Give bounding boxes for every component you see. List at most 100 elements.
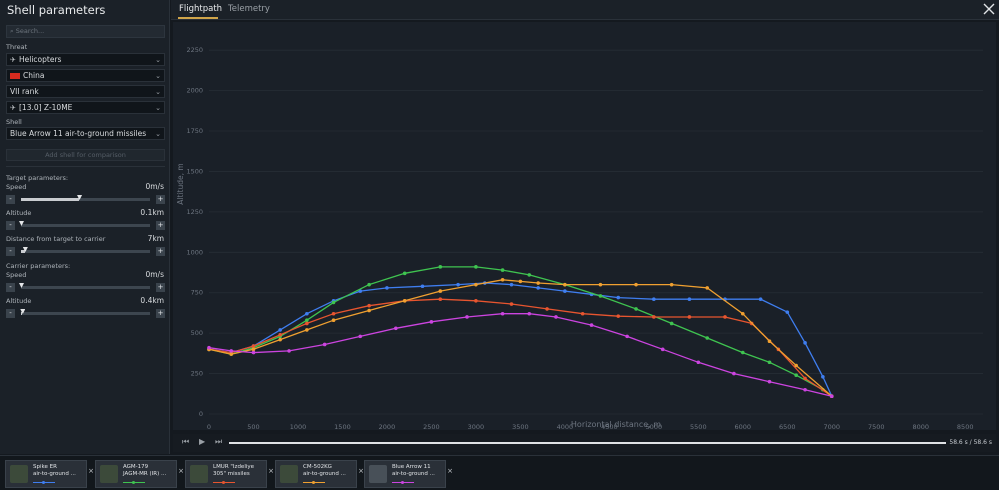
remove-card-icon[interactable]: × bbox=[446, 467, 454, 477]
series-color-swatch bbox=[33, 481, 55, 484]
data-point bbox=[429, 320, 434, 324]
rank-value: VII rank bbox=[10, 87, 39, 96]
remove-card-icon[interactable]: × bbox=[177, 467, 185, 477]
increase-button[interactable]: + bbox=[156, 247, 165, 256]
playback-time: 58.6 s / 58.6 s bbox=[949, 439, 992, 446]
data-point bbox=[652, 297, 656, 301]
decrease-button[interactable]: - bbox=[6, 283, 15, 292]
data-point bbox=[331, 318, 336, 323]
data-point bbox=[229, 349, 234, 353]
slider-track[interactable] bbox=[21, 247, 150, 253]
shell-card[interactable]: Blue Arrow 11 air-to-ground ... bbox=[364, 460, 446, 488]
x-axis-label: Horizontal distance, m bbox=[571, 420, 661, 429]
shell-card[interactable]: Spike ER air-to-ground ... bbox=[5, 460, 87, 488]
carrier-altitude-slider[interactable]: - + bbox=[6, 309, 165, 318]
timeline-scrubber[interactable] bbox=[229, 442, 946, 444]
search-icon: ⌕ bbox=[10, 27, 14, 35]
decrease-button[interactable]: - bbox=[6, 309, 15, 318]
data-point bbox=[251, 347, 256, 352]
data-point bbox=[616, 314, 621, 318]
decrease-button[interactable]: - bbox=[6, 221, 15, 230]
data-point bbox=[331, 300, 336, 305]
skip-forward-icon[interactable]: ⏭ bbox=[215, 437, 222, 447]
tank-icon bbox=[190, 465, 208, 483]
data-point bbox=[732, 371, 736, 376]
data-point bbox=[518, 279, 523, 284]
slider-thumb[interactable] bbox=[19, 221, 24, 226]
play-icon[interactable]: ▶ bbox=[199, 437, 205, 446]
rank-select[interactable]: VII rank ⌄ bbox=[6, 85, 165, 98]
increase-button[interactable]: + bbox=[156, 309, 165, 318]
data-point bbox=[500, 268, 505, 272]
x-tick-label: 7500 bbox=[868, 423, 885, 430]
data-point bbox=[536, 286, 540, 290]
chevron-down-icon: ⌄ bbox=[155, 88, 161, 96]
data-point bbox=[687, 315, 692, 319]
add-shell-button[interactable]: Add shell for comparison bbox=[6, 149, 165, 161]
skip-back-icon[interactable]: ⏮ bbox=[182, 437, 189, 447]
data-point bbox=[723, 315, 727, 319]
data-point bbox=[367, 303, 371, 308]
card-name-line2: JAGM-MR (IR) ... bbox=[123, 471, 167, 477]
data-point bbox=[278, 337, 282, 342]
data-point bbox=[598, 294, 603, 298]
x-tick-label: 7000 bbox=[823, 423, 840, 430]
target-altitude-slider[interactable]: - + bbox=[6, 221, 165, 230]
data-point bbox=[580, 311, 585, 316]
target-speed-label: Speed bbox=[6, 183, 27, 191]
x-tick-label: 8000 bbox=[912, 423, 929, 430]
shell-card[interactable]: AGM-179 JAGM-MR (IR) ... bbox=[95, 460, 177, 488]
slider-track[interactable] bbox=[20, 309, 150, 315]
search-input[interactable]: ⌕ Search... bbox=[6, 25, 165, 38]
distance-slider[interactable]: - + bbox=[6, 247, 165, 256]
carrier-speed-label: Speed bbox=[6, 271, 27, 279]
x-tick-label: 3000 bbox=[468, 423, 485, 430]
carrier-speed-slider[interactable]: - + bbox=[6, 283, 165, 292]
country-select[interactable]: China ⌄ bbox=[6, 69, 165, 82]
remove-card-icon[interactable]: × bbox=[87, 467, 95, 477]
slider-thumb[interactable] bbox=[19, 283, 24, 288]
y-tick-label: 750 bbox=[191, 289, 203, 297]
data-point bbox=[474, 265, 478, 269]
increase-button[interactable]: + bbox=[156, 195, 165, 204]
tab-telemetry[interactable]: Telemetry bbox=[228, 4, 270, 14]
data-point bbox=[829, 394, 834, 399]
vehicle-select[interactable]: ✈ [13.0] Z-10ME ⌄ bbox=[6, 101, 165, 114]
data-point bbox=[474, 299, 478, 303]
slider-track[interactable] bbox=[19, 283, 150, 289]
x-tick-label: 3500 bbox=[512, 423, 529, 430]
slider-track[interactable] bbox=[19, 221, 150, 227]
slider-fill bbox=[21, 198, 80, 201]
y-tick-label: 2250 bbox=[186, 46, 203, 54]
data-point bbox=[794, 373, 798, 377]
data-point bbox=[794, 363, 798, 368]
increase-button[interactable]: + bbox=[156, 221, 165, 230]
remove-card-icon[interactable]: × bbox=[267, 467, 275, 477]
data-point bbox=[696, 360, 701, 365]
tank-icon bbox=[280, 465, 298, 483]
decrease-button[interactable]: - bbox=[6, 195, 15, 204]
tank-icon bbox=[100, 465, 118, 483]
country-value: China bbox=[23, 71, 45, 80]
shell-card[interactable]: CM-502KG air-to-ground ... bbox=[275, 460, 357, 488]
card-name-line1: AGM-179 bbox=[123, 464, 149, 470]
data-point bbox=[625, 334, 629, 339]
slider-track[interactable] bbox=[21, 195, 150, 201]
shell-card[interactable]: LMUR "Izdeliye 305" missiles bbox=[185, 460, 267, 488]
card-name-line1: CM-502KG bbox=[303, 464, 332, 470]
active-tab-indicator bbox=[178, 17, 218, 19]
data-point bbox=[402, 299, 407, 303]
increase-button[interactable]: + bbox=[156, 283, 165, 292]
target-speed-value: 0m/s bbox=[145, 182, 164, 191]
shell-select[interactable]: Blue Arrow 11 air-to-ground missiles ⌄ bbox=[6, 127, 165, 140]
close-icon[interactable] bbox=[982, 2, 996, 16]
target-speed-slider[interactable]: - + bbox=[6, 195, 165, 204]
data-point bbox=[634, 282, 638, 287]
card-name: AGM-179 JAGM-MR (IR) ... bbox=[123, 464, 166, 478]
tab-flightpath[interactable]: Flightpath bbox=[179, 4, 222, 14]
helicopter-icon bbox=[369, 465, 387, 483]
chevron-down-icon: ⌄ bbox=[155, 104, 161, 112]
decrease-button[interactable]: - bbox=[6, 247, 15, 256]
card-name-line2: 305" missiles bbox=[213, 471, 250, 477]
threat-class-select[interactable]: ✈ Helicopters ⌄ bbox=[6, 53, 165, 66]
